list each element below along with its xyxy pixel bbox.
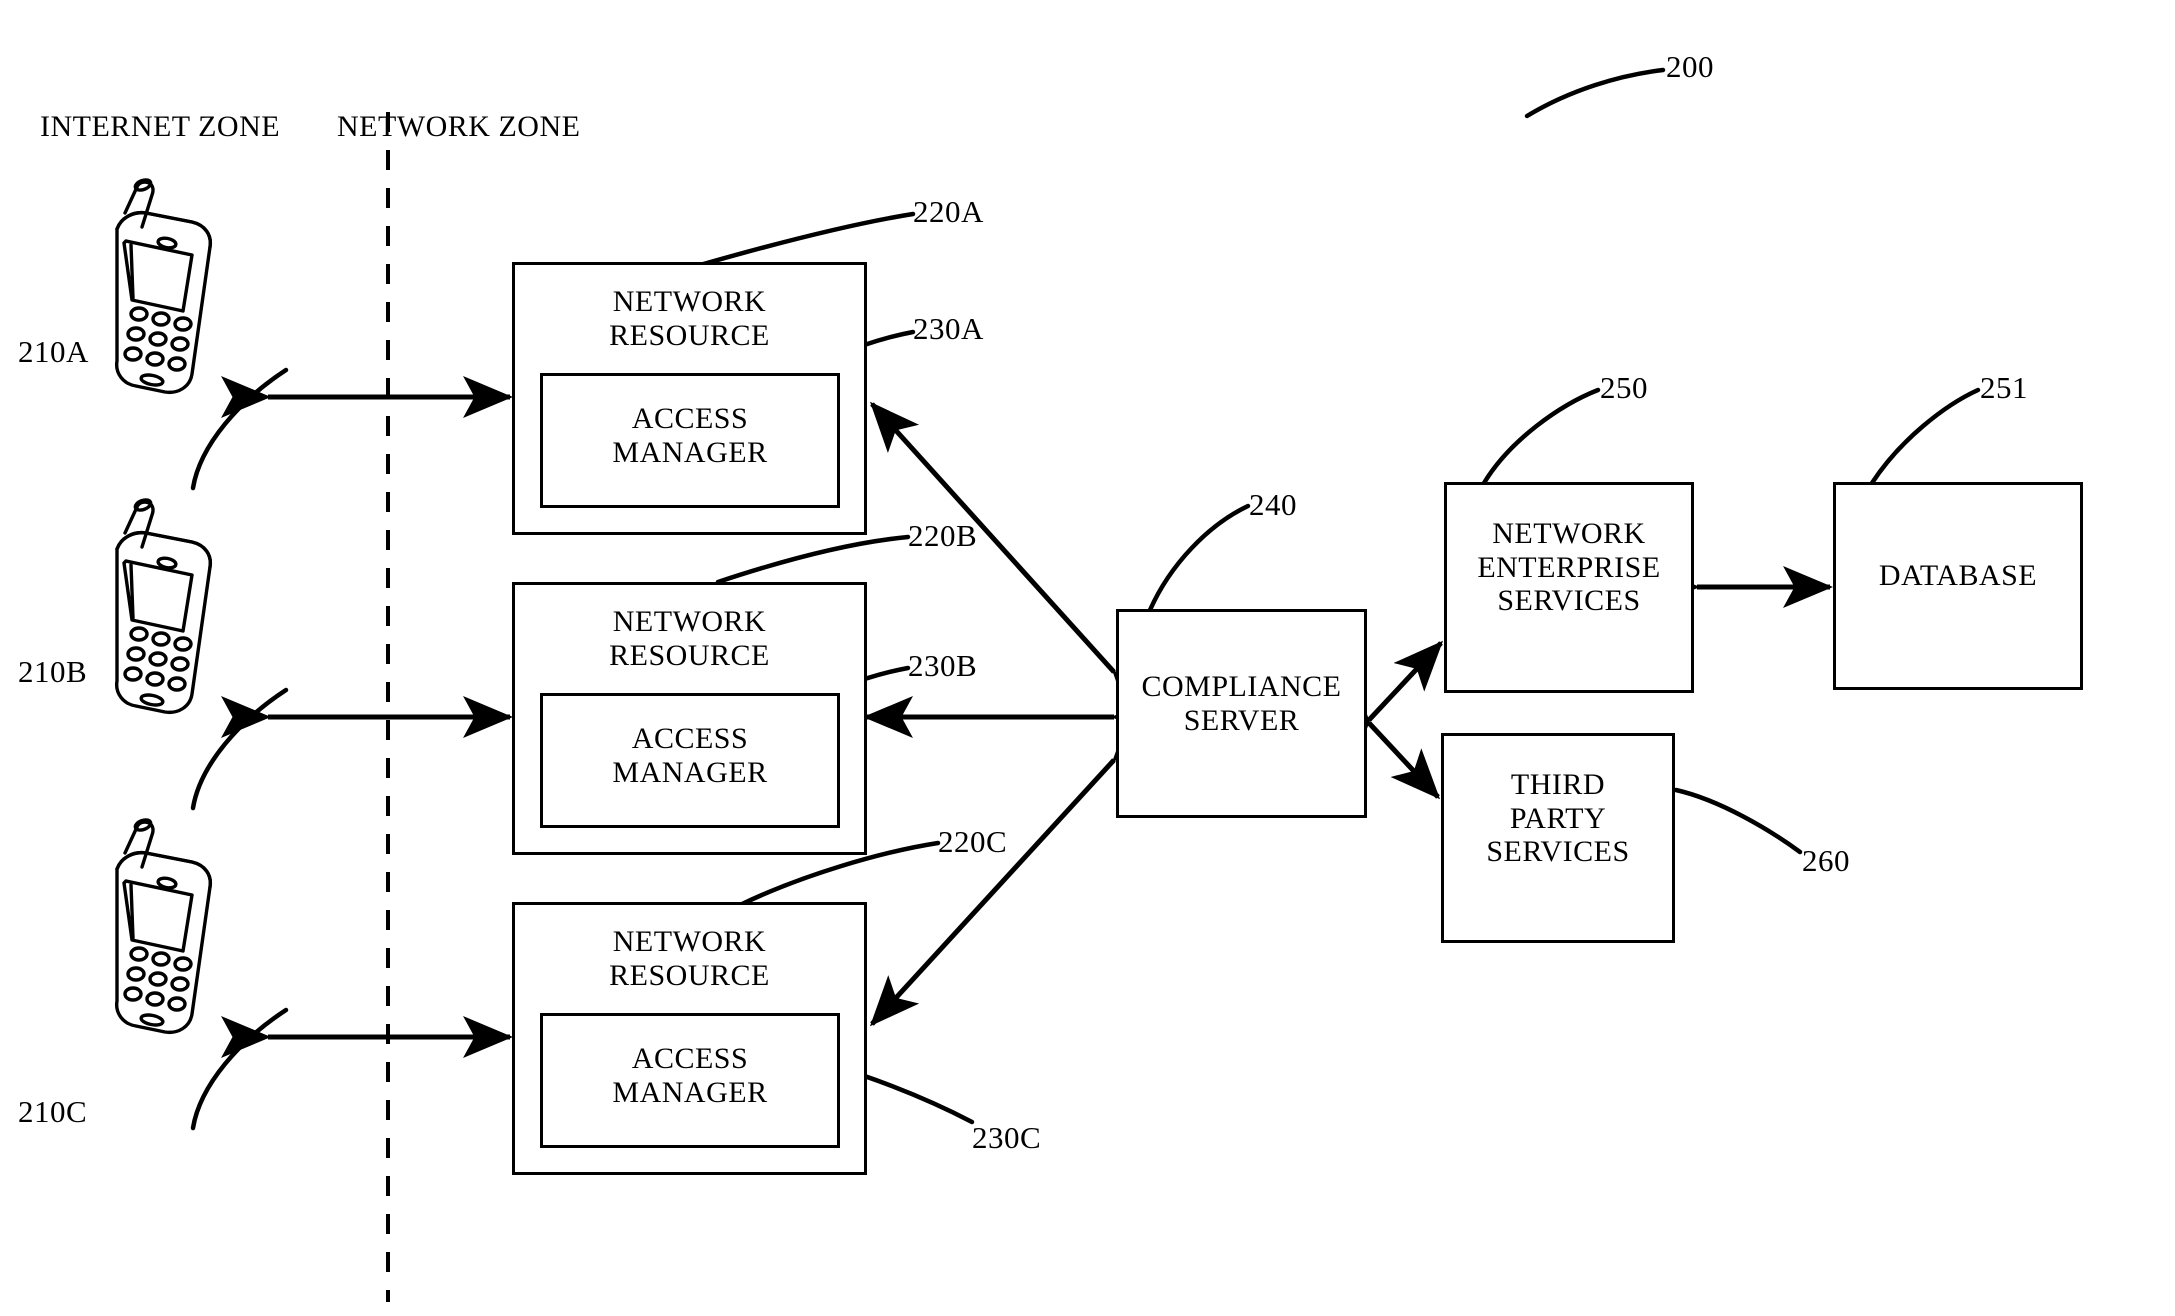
nr-b-line2: RESOURCE [609, 638, 770, 672]
device-label-210b: 210B [18, 654, 88, 689]
compliance-server-ref: 240 [1249, 487, 1297, 522]
network-zone-label: NETWORK ZONE [337, 110, 581, 143]
leader-220b [715, 534, 911, 585]
database-title: DATABASE [1836, 559, 2080, 593]
access-manager-b[interactable]: ACCESS MANAGER [540, 693, 840, 828]
tps-line1: THIRD [1510, 768, 1606, 801]
am-c-line2: MANAGER [612, 1075, 768, 1109]
leader-251 [1869, 387, 1981, 486]
db-line1: DATABASE [1878, 559, 2038, 592]
nr-a-line2: RESOURCE [609, 318, 770, 352]
internet-zone-label: INTERNET ZONE [40, 110, 281, 143]
am-b-line1: ACCESS [631, 722, 749, 755]
network-resource-c[interactable]: NETWORK RESOURCE ACCESS MANAGER [512, 902, 867, 1175]
leader-210a [190, 367, 289, 491]
link-240-260 [1321, 674, 1441, 800]
access-manager-c-ref: 230C [972, 1120, 1042, 1155]
access-manager-c[interactable]: ACCESS MANAGER [540, 1013, 840, 1148]
access-manager-b-title: ACCESS MANAGER [543, 722, 837, 789]
am-b-line2: MANAGER [612, 755, 768, 789]
link-240-250 [1321, 640, 1444, 769]
third-party-services[interactable]: THIRD PARTY SERVICES [1441, 733, 1675, 943]
network-resource-a-ref: 220A [913, 194, 984, 229]
network-enterprise-services-title: NETWORK ENTERPRISE SERVICES [1447, 517, 1691, 618]
third-party-services-title: THIRD PARTY SERVICES [1444, 768, 1672, 869]
am-a-line1: ACCESS [631, 402, 749, 435]
database[interactable]: DATABASE [1833, 482, 2083, 690]
network-enterprise-services-ref: 250 [1600, 370, 1648, 405]
network-resource-c-ref: 220C [938, 824, 1008, 859]
leader-250 [1481, 387, 1601, 486]
compliance-server[interactable]: COMPLIANCE SERVER [1116, 609, 1367, 818]
nes-line1: NETWORK [1492, 517, 1646, 550]
access-manager-b-ref: 230B [908, 648, 978, 683]
device-label-210a: 210A [18, 334, 89, 369]
tps-line3: SERVICES [1486, 835, 1630, 869]
link-230c-240 [869, 711, 1162, 1027]
access-manager-a-ref: 230A [913, 311, 984, 346]
cs-line1: COMPLIANCE [1141, 670, 1342, 703]
leader-210c [190, 1007, 289, 1131]
nes-line2: ENTERPRISE [1477, 550, 1661, 584]
network-resource-a-title: NETWORK RESOURCE [515, 285, 864, 352]
network-enterprise-services[interactable]: NETWORK ENTERPRISE SERVICES [1444, 482, 1694, 693]
nr-c-line1: NETWORK [612, 925, 767, 958]
database-ref: 251 [1980, 370, 2028, 405]
device-label-210c: 210C [18, 1094, 88, 1129]
leader-200 [1524, 67, 1666, 119]
network-resource-c-title: NETWORK RESOURCE [515, 925, 864, 992]
compliance-server-title: COMPLIANCE SERVER [1119, 670, 1364, 737]
nr-a-line1: NETWORK [612, 285, 767, 318]
leader-240 [1147, 503, 1251, 613]
leader-220a [697, 211, 916, 268]
nr-c-line2: RESOURCE [609, 958, 770, 992]
network-resource-b[interactable]: NETWORK RESOURCE ACCESS MANAGER [512, 582, 867, 855]
network-resource-b-title: NETWORK RESOURCE [515, 605, 864, 672]
third-party-services-ref: 260 [1802, 843, 1850, 878]
network-resource-a[interactable]: NETWORK RESOURCE ACCESS MANAGER [512, 262, 867, 535]
patent-figure-200: INTERNET ZONE NETWORK ZONE 200 210A 210B… [0, 0, 2175, 1316]
cs-line2: SERVER [1183, 703, 1300, 737]
network-resource-b-ref: 220B [908, 518, 978, 553]
am-c-line1: ACCESS [631, 1042, 749, 1075]
leader-260 [1673, 787, 1803, 855]
figure-ref-200: 200 [1666, 49, 1714, 84]
access-manager-c-title: ACCESS MANAGER [543, 1042, 837, 1109]
access-manager-a[interactable]: ACCESS MANAGER [540, 373, 840, 508]
tps-line2: PARTY [1509, 801, 1607, 835]
nr-b-line1: NETWORK [612, 605, 767, 638]
am-a-line2: MANAGER [612, 435, 768, 469]
leader-210b [190, 687, 289, 811]
nes-line3: SERVICES [1497, 584, 1641, 618]
access-manager-a-title: ACCESS MANAGER [543, 402, 837, 469]
